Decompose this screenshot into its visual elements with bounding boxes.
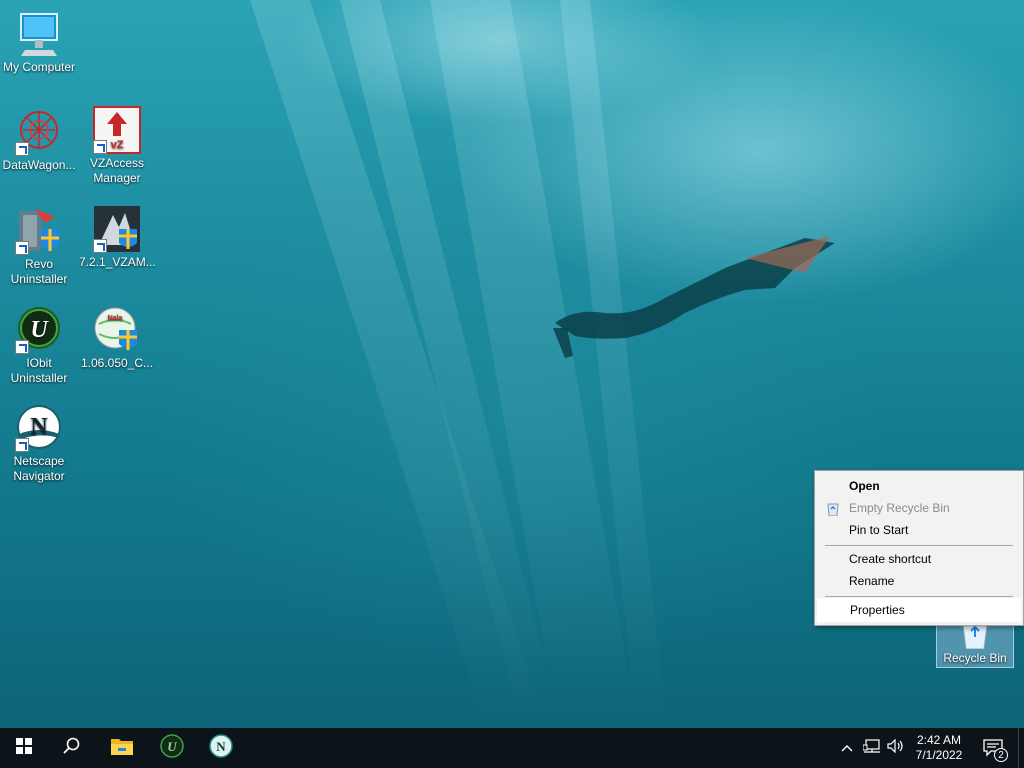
iobit-uninstaller-icon: U <box>160 733 184 763</box>
icon-label: 1.06.050_C... <box>80 356 154 370</box>
svg-text:Nala: Nala <box>108 315 123 322</box>
shortcut-arrow-icon <box>15 340 29 354</box>
file-explorer-icon <box>110 736 134 761</box>
clock-time: 2:42 AM <box>916 733 962 747</box>
svg-text:N: N <box>30 414 48 440</box>
network-button[interactable] <box>860 728 884 768</box>
desktop-icon-netscape[interactable]: N Netscape Navigator <box>1 404 77 484</box>
datawagon-icon <box>15 108 63 156</box>
shortcut-arrow-icon <box>93 239 107 253</box>
icon-label: DataWagon... <box>2 158 76 172</box>
menu-separator <box>825 545 1013 546</box>
menu-item-empty-recycle-bin[interactable]: Empty Recycle Bin <box>817 497 1021 519</box>
revo-uninstaller-icon <box>15 207 63 255</box>
chevron-up-icon <box>841 739 853 757</box>
desktop-icon-installer-globe[interactable]: Nala 1.06.050_C... <box>79 306 155 371</box>
menu-item-rename[interactable]: Rename <box>817 570 1021 592</box>
menu-item-open[interactable]: Open <box>817 475 1021 497</box>
windows-start-icon <box>16 737 32 759</box>
menu-item-label: Open <box>849 479 880 493</box>
icon-label: VZAccess Manager <box>89 156 144 185</box>
action-center-button[interactable]: 2 <box>976 728 1012 768</box>
clock-button[interactable]: 2:42 AM 7/1/2022 <box>910 728 968 768</box>
computer-icon <box>15 10 63 58</box>
netscape-icon: N <box>15 404 63 452</box>
menu-item-label: Rename <box>849 574 895 588</box>
netscape-icon: N <box>209 733 233 763</box>
volume-icon <box>887 738 905 758</box>
network-icon <box>862 738 881 758</box>
taskbar-netscape[interactable]: N <box>197 728 245 768</box>
menu-item-label: Pin to Start <box>849 523 909 537</box>
menu-item-label: Empty Recycle Bin <box>849 501 950 515</box>
clock-date: 7/1/2022 <box>915 748 963 762</box>
iobit-uninstaller-icon: U <box>15 306 63 354</box>
desktop-icon-datawagon[interactable]: DataWagon... <box>1 108 77 173</box>
search-icon <box>63 737 81 760</box>
desktop-icon-my-computer[interactable]: My Computer <box>1 10 77 75</box>
notification-count-badge: 2 <box>994 748 1008 762</box>
icon-label: Revo Uninstaller <box>10 257 68 286</box>
menu-item-label: Properties <box>850 603 905 617</box>
menu-separator <box>825 596 1013 597</box>
desktop-icon-revo-uninstaller[interactable]: Revo Uninstaller <box>1 207 77 287</box>
desktop-icon-vzaccess[interactable]: vZ VZAccess Manager <box>79 106 155 186</box>
taskbar-iobit-uninstaller[interactable]: U <box>148 728 196 768</box>
shortcut-arrow-icon <box>15 438 29 452</box>
notification-icon: 2 <box>983 737 1008 762</box>
show-desktop-button[interactable] <box>1019 728 1024 768</box>
menu-item-label: Create shortcut <box>849 552 932 566</box>
icon-label: IObit Uninstaller <box>10 356 68 385</box>
svg-text:U: U <box>30 317 49 343</box>
shortcut-arrow-icon <box>93 140 107 154</box>
taskbar: U N 2:42 AM 7/1/2022 2 <box>0 728 1024 768</box>
menu-item-create-shortcut[interactable]: Create shortcut <box>817 548 1021 570</box>
menu-item-properties[interactable]: Properties <box>817 598 1021 622</box>
taskbar-file-explorer[interactable] <box>98 728 146 768</box>
vzaccess-icon: vZ <box>93 106 141 154</box>
icon-label: My Computer <box>2 60 76 74</box>
context-menu: Open Empty Recycle Bin Pin to Start Crea… <box>814 470 1024 626</box>
search-button[interactable] <box>48 728 96 768</box>
desktop-icon-vzam-installer[interactable]: 7.2.1_VZAM... <box>79 205 156 270</box>
installer-globe-icon: Nala <box>93 306 141 354</box>
start-button[interactable] <box>0 728 48 768</box>
volume-button[interactable] <box>884 728 908 768</box>
menu-item-pin-to-start[interactable]: Pin to Start <box>817 519 1021 541</box>
svg-text:N: N <box>216 739 226 754</box>
icon-label: Netscape Navigator <box>13 454 65 483</box>
shortcut-arrow-icon <box>15 241 29 255</box>
shortcut-arrow-icon <box>15 142 29 156</box>
diver-image <box>553 236 835 358</box>
icon-label: 7.2.1_VZAM... <box>79 255 156 269</box>
vzam-installer-icon <box>93 205 141 253</box>
icon-label: Recycle Bin <box>943 651 1007 665</box>
show-hidden-icons-button[interactable] <box>836 728 858 768</box>
desktop-icon-iobit-uninstaller[interactable]: U IObit Uninstaller <box>1 306 77 386</box>
svg-text:vZ: vZ <box>111 139 124 151</box>
svg-text:U: U <box>167 739 177 754</box>
